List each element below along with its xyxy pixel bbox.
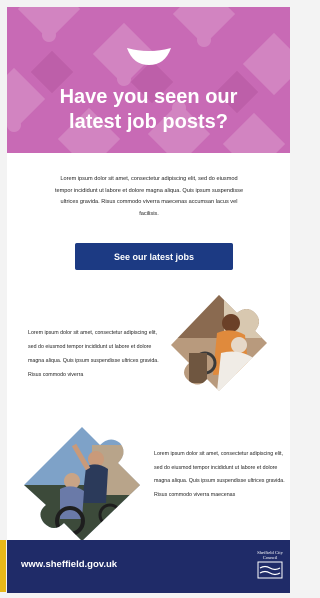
puzzle-photo-carers [171,295,267,391]
wave-icon [257,561,283,579]
accent-strip [0,540,6,592]
see-latest-jobs-button[interactable]: See our latest jobs [75,243,233,270]
puzzle-photo-activity [24,427,140,541]
website-link[interactable]: www.sheffield.gov.uk [21,559,117,570]
hero-banner: Have you seen our latest job posts? [7,7,290,153]
section-1-text: Lorem ipsum dolor sit amet, consectetur … [28,330,159,378]
email-card: Have you seen our latest job posts? Lore… [7,7,290,593]
council-logo: Sheffield City Council [255,548,285,580]
smile-icon [127,48,171,65]
footer: www.sheffield.gov.uk Sheffield City Coun… [7,540,290,593]
hero-title: Have you seen our latest job posts? [7,85,290,135]
hero-title-line-1: Have you seen our [59,86,238,108]
hero-title-line-2: latest job posts? [69,111,228,133]
intro-text: Lorem ipsum dolor sit amet, consectetur … [54,176,244,217]
section-2-text: Lorem ipsum dolor sit amet, consectetur … [154,451,285,498]
